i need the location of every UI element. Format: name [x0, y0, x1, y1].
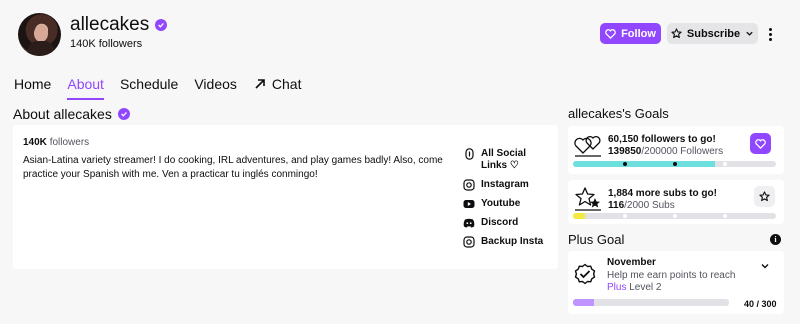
goal-target: /2000 Subs: [624, 200, 675, 211]
follower-count: 140K followers: [70, 38, 143, 50]
heart-icon: [605, 28, 616, 39]
plus-goal-heading: Plus Goal: [568, 232, 625, 247]
plus-goal-level-prefix: Plus: [607, 282, 627, 293]
social-link-all[interactable]: All Social Links ♡: [463, 148, 553, 172]
discord-icon: [463, 217, 475, 229]
goal-milestone-dot: [723, 162, 727, 166]
arrow-up-right-icon: [255, 79, 265, 89]
plus-goal-level: Plus Level 2: [607, 282, 661, 293]
check-badge-icon: [574, 263, 596, 285]
youtube-icon: [463, 198, 475, 210]
goal-current: 116: [608, 200, 625, 211]
goal-progress-text: 139850/200000 Followers: [608, 146, 723, 157]
verified-badge-icon: [155, 19, 168, 31]
stars-icon: [575, 187, 601, 211]
tab-videos[interactable]: Videos: [194, 73, 237, 95]
goal-headline: 1,884 more subs to go!: [608, 188, 717, 199]
avatar-body: [28, 41, 54, 56]
subscribe-button[interactable]: Subscribe: [667, 23, 758, 44]
channel-avatar[interactable]: [18, 13, 61, 56]
tab-label: About: [67, 76, 104, 92]
follower-goal-card: 60,150 followers to go! 139850/200000 Fo…: [568, 126, 784, 174]
goal-milestone-dot: [623, 162, 627, 166]
tab-label: Home: [14, 76, 52, 92]
social-link-discord[interactable]: Discord: [463, 217, 553, 229]
about-heading-text: About allecakes: [13, 106, 112, 122]
tab-chat[interactable]: Chat: [253, 73, 302, 95]
channel-tabs: Home About Schedule Videos Chat: [14, 73, 317, 100]
subscribe-goal-button[interactable]: [754, 186, 775, 207]
tab-about[interactable]: About: [67, 73, 104, 100]
instagram-icon: [463, 179, 475, 191]
tab-schedule[interactable]: Schedule: [120, 73, 178, 95]
plus-goal-card: November Help me earn points to reach Pl…: [568, 251, 784, 314]
about-heading: About allecakes: [13, 106, 130, 122]
plus-goal-description: Help me earn points to reach: [607, 270, 736, 281]
chevron-down-icon[interactable]: [760, 261, 770, 271]
more-options-icon[interactable]: [765, 25, 775, 43]
goal-milestone-dot: [673, 162, 677, 166]
social-link-label: Instagram: [481, 179, 529, 190]
social-links: All Social Links ♡ Instagram Youtube Dis…: [463, 148, 553, 255]
info-icon[interactable]: i: [770, 234, 781, 245]
goal-milestone-dot: [723, 214, 727, 218]
channel-name-text: allecakes: [70, 14, 150, 35]
social-link-backup-insta[interactable]: Backup Insta: [463, 236, 553, 248]
hearts-icon: [574, 135, 601, 157]
goal-headline: 60,150 followers to go!: [608, 134, 716, 145]
subscribe-button-label: Subscribe: [686, 27, 741, 40]
social-link-label: Youtube: [481, 198, 521, 209]
about-follower-word: followers: [49, 137, 90, 148]
star-icon: [671, 28, 682, 39]
follow-button-label: Follow: [621, 27, 656, 40]
about-follower-count: 140K followers: [23, 137, 89, 148]
plus-goal-count: 40 / 300: [744, 299, 777, 309]
heart-icon: [755, 138, 766, 149]
goal-progress-bar: [573, 213, 776, 219]
plus-goal-progress-fill: [573, 299, 594, 306]
social-link-youtube[interactable]: Youtube: [463, 198, 553, 210]
tab-home[interactable]: Home: [14, 73, 51, 95]
goal-progress-fill: [573, 161, 716, 167]
social-link-label: Backup Insta: [481, 236, 544, 247]
plus-goal-progress-bar: [573, 299, 729, 306]
goal-current: 139850: [608, 146, 642, 157]
goals-heading: allecakes's Goals: [568, 106, 669, 121]
goal-progress-fill: [573, 213, 585, 219]
follow-goal-button[interactable]: [750, 133, 771, 154]
star-icon: [759, 191, 770, 202]
goal-target: /200000 Followers: [641, 146, 724, 157]
tab-label: Schedule: [119, 76, 179, 92]
about-follower-number: 140K: [23, 137, 47, 148]
channel-bio: Asian-Latina variety streamer! I do cook…: [23, 155, 443, 180]
channel-name: allecakes: [70, 14, 168, 36]
plus-goal-level-suffix: Level 2: [626, 282, 662, 293]
chevron-down-icon: [746, 31, 753, 36]
verified-badge-icon: [117, 108, 130, 120]
goal-progress-bar: [573, 161, 776, 167]
social-link-label: Discord: [481, 217, 519, 228]
sub-goal-card: 1,884 more subs to go! 116/2000 Subs: [568, 180, 784, 224]
instagram-icon: [463, 236, 475, 248]
avatar-face: [34, 25, 48, 42]
tab-label: Chat: [271, 76, 302, 92]
goal-milestone-dot: [673, 214, 677, 218]
about-panel: 140K followers Asian-Latina variety stre…: [13, 125, 558, 269]
social-link-label: All Social Links ♡: [481, 148, 527, 171]
goal-progress-text: 116/2000 Subs: [608, 200, 675, 211]
follow-button[interactable]: Follow: [600, 23, 661, 44]
tab-label: Videos: [194, 76, 237, 92]
plus-goal-month: November: [607, 257, 656, 268]
social-link-instagram[interactable]: Instagram: [463, 179, 553, 191]
goal-milestone-dot: [623, 214, 627, 218]
link-icon: [463, 148, 475, 160]
